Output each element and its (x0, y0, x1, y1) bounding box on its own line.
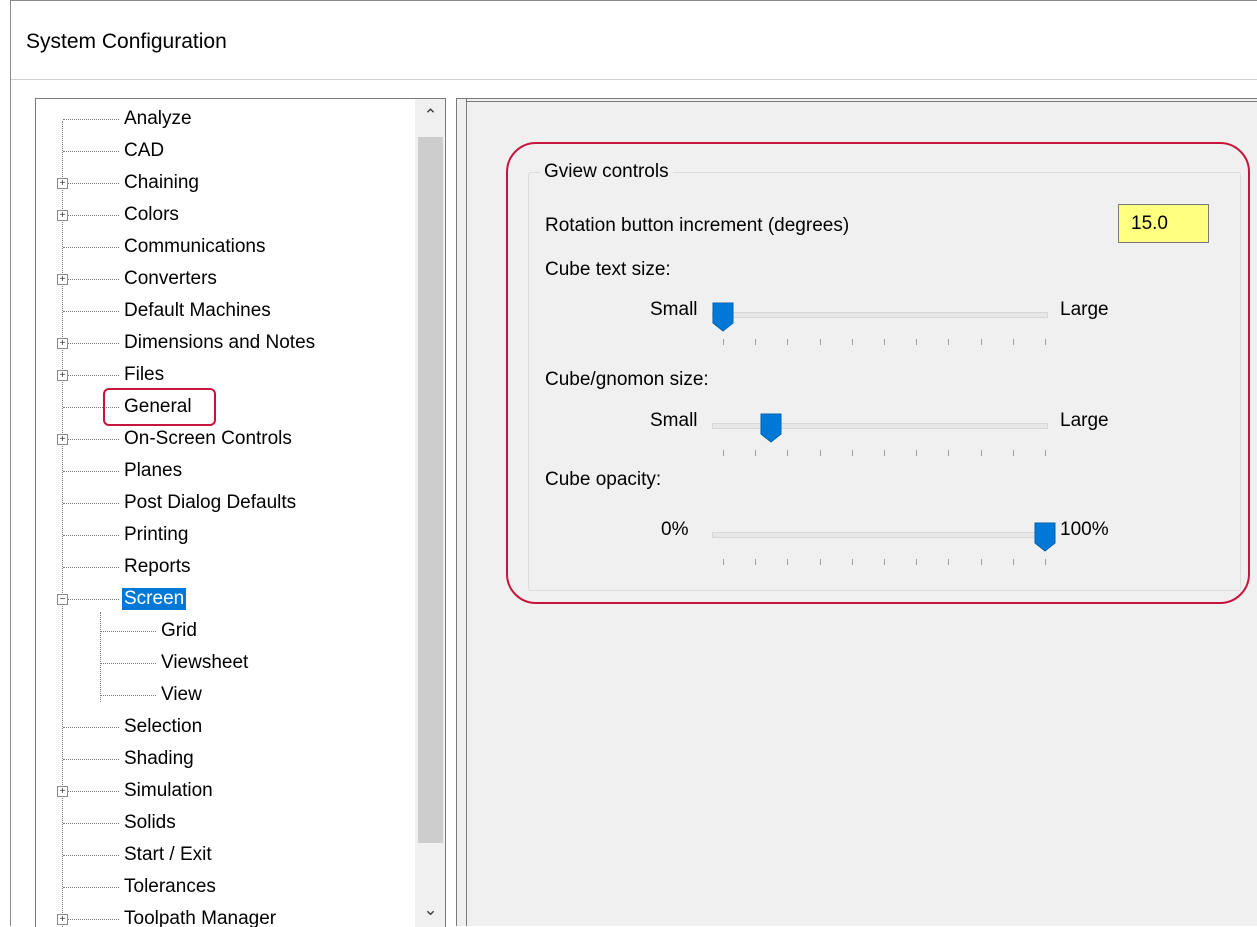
tree-connector (63, 502, 119, 504)
scroll-up-icon[interactable]: ⌃ (415, 99, 445, 133)
tree-item[interactable]: Colors (63, 201, 181, 229)
tree-connector (63, 278, 119, 280)
tree-connector (63, 438, 119, 440)
tree-item-label: Toolpath Manager (124, 908, 277, 927)
expand-icon[interactable]: + (57, 338, 68, 349)
tree-item[interactable]: Viewsheet (101, 649, 250, 677)
tree-item[interactable]: Analyze (63, 105, 194, 133)
tree-connector (101, 694, 156, 696)
tree-item[interactable]: Chaining (63, 169, 201, 197)
tree-connector (63, 246, 119, 248)
tree-item-label: Viewsheet (161, 652, 249, 673)
window-border-top (10, 0, 1257, 1)
tree-connector (63, 918, 119, 920)
tree-item[interactable]: Start / Exit (63, 841, 214, 869)
tree-item-label: Chaining (124, 172, 199, 193)
tree-connector (63, 822, 119, 824)
config-tree[interactable]: Analyze CAD Chaining + Colors + Communications… (35, 98, 446, 927)
tree-item-label: Shading (124, 748, 194, 769)
panel-top-border (466, 101, 1257, 102)
tree-connector (63, 342, 119, 344)
tree-item-label: Default Machines (124, 300, 271, 321)
tree-connector (63, 886, 119, 888)
scrollbar-thumb[interactable] (418, 137, 443, 843)
tree-connector (63, 598, 119, 600)
expand-icon[interactable]: + (57, 786, 68, 797)
tree-connector (63, 182, 119, 184)
tree-connector (63, 566, 119, 568)
tree-scrollbar[interactable]: ⌃ ⌄ (415, 99, 445, 927)
tree-connector (63, 118, 119, 120)
tree-item-label: Solids (124, 812, 176, 833)
tree-connector (63, 534, 119, 536)
tree-item-label: Simulation (124, 780, 213, 801)
tree-connector (63, 374, 119, 376)
tree-item-label: CAD (124, 140, 165, 161)
tree-item-label: Printing (124, 524, 189, 545)
tree-connector (63, 726, 119, 728)
tree-connector (63, 470, 119, 472)
gview-highlight-annotation (506, 142, 1250, 604)
tree-item-label: Analyze (124, 108, 192, 129)
expand-icon[interactable]: + (57, 370, 68, 381)
tree-item[interactable]: Files (63, 361, 166, 389)
tree-item[interactable]: View (101, 681, 204, 709)
expand-icon[interactable]: + (57, 434, 68, 445)
tree-item[interactable]: CAD (63, 137, 166, 165)
tree-connector (101, 630, 156, 632)
tree-item-label: Screen (122, 588, 187, 610)
tree-item[interactable]: Toolpath Manager (63, 905, 278, 927)
tree-item[interactable]: Tolerances (63, 873, 218, 901)
scroll-down-icon[interactable]: ⌄ (415, 893, 445, 927)
tree-item[interactable]: Simulation (63, 777, 215, 805)
tree-connector (101, 662, 156, 664)
tree-item-label: Dimensions and Notes (124, 332, 316, 353)
tree-item[interactable]: Solids (63, 809, 178, 837)
tree-item[interactable]: On-Screen Controls (63, 425, 294, 453)
window-title: System Configuration (26, 30, 227, 53)
tree-item-label: Planes (124, 460, 183, 481)
tree-item-label: Start / Exit (124, 844, 212, 865)
tree-connector (63, 854, 119, 856)
tree-connector (63, 150, 119, 152)
tree-item[interactable]: Grid (101, 617, 199, 645)
panel-divider (466, 98, 467, 926)
tree-item[interactable]: Shading (63, 745, 196, 773)
general-highlight-annotation (103, 388, 216, 426)
tree-item[interactable]: Dimensions and Notes (63, 329, 317, 357)
tree-item[interactable]: Screen (63, 585, 187, 613)
expand-icon[interactable]: + (57, 210, 68, 221)
tree-item[interactable]: Converters (63, 265, 219, 293)
tree-item-label: Colors (124, 204, 179, 225)
tree-item-label: Tolerances (124, 876, 216, 897)
tree-item[interactable]: Reports (63, 553, 193, 581)
tree-connector (63, 758, 119, 760)
tree-item-label: Files (124, 364, 165, 385)
tree-item-label: Selection (124, 716, 203, 737)
tree-item[interactable]: Planes (63, 457, 184, 485)
title-separator (11, 79, 1257, 80)
tree-item[interactable]: Printing (63, 521, 190, 549)
tree-connector (63, 214, 119, 216)
tree-connector (63, 790, 119, 792)
tree-item[interactable]: Default Machines (63, 297, 273, 325)
tree-connector (63, 310, 119, 312)
tree-item-label: Grid (161, 620, 197, 641)
tree-item[interactable]: Selection (63, 713, 204, 741)
tree-item[interactable]: Post Dialog Defaults (63, 489, 298, 517)
window-border (10, 0, 11, 926)
tree-item-label: Post Dialog Defaults (124, 492, 297, 513)
expand-icon[interactable]: + (57, 914, 68, 925)
tree-item-label: Converters (124, 268, 217, 289)
tree-item-label: View (161, 684, 202, 705)
collapse-icon[interactable]: − (57, 594, 68, 605)
expand-icon[interactable]: + (57, 178, 68, 189)
tree-item[interactable]: Communications (63, 233, 268, 261)
tree-item-label: Reports (124, 556, 191, 577)
tree-item-label: On-Screen Controls (124, 428, 292, 449)
expand-icon[interactable]: + (57, 274, 68, 285)
tree-item-label: Communications (124, 236, 266, 257)
